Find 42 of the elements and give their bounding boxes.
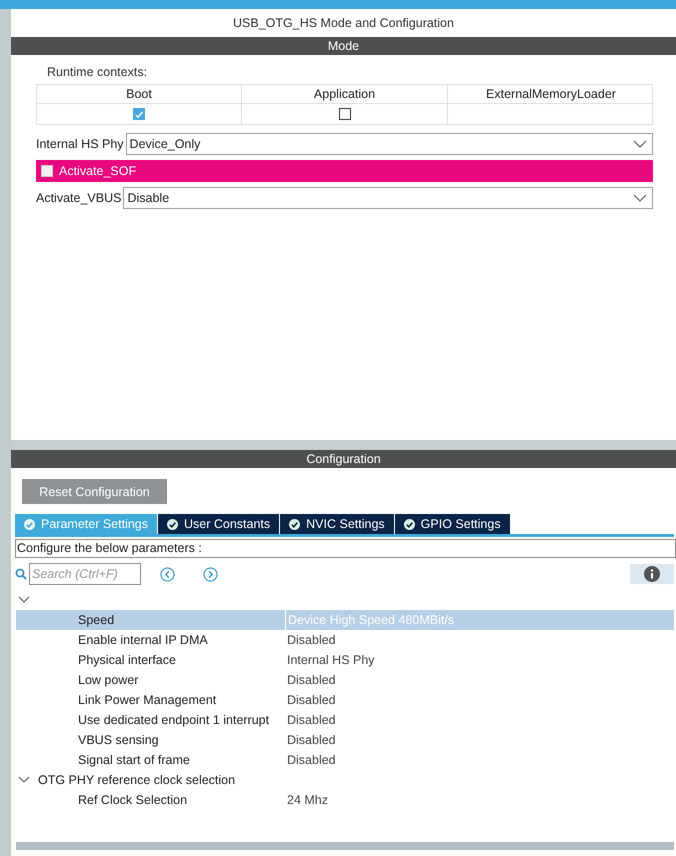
dropdown-field[interactable]: Disable <box>123 187 653 209</box>
column-header: Application <box>242 85 448 104</box>
parameter-row[interactable]: Physical interface Internal HS Phy <box>16 650 674 670</box>
column-header: Boot <box>37 85 242 104</box>
previous-icon <box>160 566 175 582</box>
dropdown-field[interactable]: Device_Only <box>126 133 653 155</box>
chevron-down-icon <box>633 140 647 148</box>
parameter-row[interactable]: Low power Disabled <box>16 670 674 690</box>
horizontal-scrollbar[interactable] <box>16 842 674 850</box>
column-header: ExternalMemoryLoader <box>448 85 654 104</box>
checkbox[interactable] <box>338 108 350 120</box>
setting-label: Activate_VBUS <box>36 191 122 205</box>
next-icon <box>203 566 218 582</box>
description-text: Configure the below parameters : <box>15 539 676 558</box>
tab[interactable]: User Constants <box>158 514 280 534</box>
panel-title: USB_OTG_HS Mode and Configuration <box>232 15 455 32</box>
group-label: OTG PHY reference clock selection <box>38 773 236 787</box>
checkbox[interactable] <box>133 108 145 120</box>
section-header: Configuration <box>11 450 676 468</box>
check-circle-icon <box>167 518 178 530</box>
parameter-row[interactable]: Link Power Management Disabled <box>16 690 674 710</box>
checkbox-label: Activate_SOF <box>59 164 136 178</box>
parameter-row[interactable]: Speed Device High Speed 480MBit/s <box>16 610 674 630</box>
check-circle-icon <box>24 518 35 530</box>
parameter-row[interactable]: Signal start of frame Disabled <box>16 750 674 770</box>
setting-label: Internal HS Phy <box>36 137 124 151</box>
parameter-row[interactable]: Enable internal IP DMA Disabled <box>16 630 674 650</box>
info-button[interactable] <box>630 564 674 584</box>
check-circle-icon <box>404 518 415 530</box>
runtime-contexts-label: Runtime contexts: <box>46 65 148 79</box>
chevron-down-icon <box>633 194 647 202</box>
checkmark-icon <box>134 108 144 120</box>
parameter-row[interactable]: VBUS sensing Disabled <box>16 730 674 750</box>
tab[interactable]: GPIO Settings <box>394 514 510 534</box>
info-icon <box>644 566 660 582</box>
check-circle-icon <box>289 518 300 530</box>
tab[interactable]: NVIC Settings <box>280 514 394 534</box>
section-header: Mode <box>11 37 676 55</box>
parameter-row[interactable]: Use dedicated endpoint 1 interrupt Disabled <box>16 710 674 730</box>
search-icon <box>15 568 27 580</box>
search-field[interactable]: Search (Ctrl+F) <box>29 563 141 585</box>
parameter-row[interactable]: Ref Clock Selection 24 Mhz <box>16 790 674 810</box>
